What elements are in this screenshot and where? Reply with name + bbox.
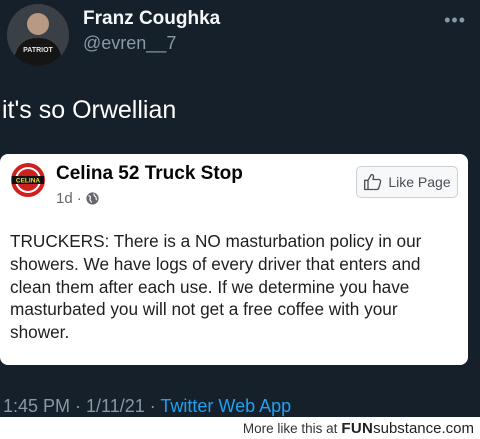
post-age[interactable]: 1d [56,190,73,207]
avatar-shirt-text: PATRIOT [23,47,53,54]
watermark-brand-bold: FUN [341,419,374,437]
watermark-prefix: More like this at [242,420,338,436]
globe-icon [86,192,99,205]
meta-separator: · [76,190,82,207]
tweet-text: it's so Orwellian [2,96,177,124]
logo-text: CELINA [16,178,41,185]
thumbs-up-icon [364,173,382,191]
watermark-bar: More like this at FUNsubstance.com [0,417,480,439]
more-options-button[interactable]: ••• [444,10,466,31]
embedded-facebook-post[interactable]: CELINA Celina 52 Truck Stop 1d · Like Pa… [0,154,468,365]
like-page-label: Like Page [388,174,451,190]
tweet-source-link[interactable]: Twitter Web App [160,396,291,416]
watermark-brand-rest: substance.com [373,419,474,437]
page-logo-icon[interactable]: CELINA [10,162,46,198]
handle[interactable]: @evren__7 [83,33,176,54]
post-body: TRUCKERS: There is a NO masturbation pol… [10,231,422,343]
tweet-timestamp[interactable]: 1:45 PM · 1/11/21 · [3,396,160,416]
avatar[interactable]: PATRIOT [7,4,69,66]
like-page-button[interactable]: Like Page [356,166,458,198]
post-meta: 1d · [56,190,99,207]
watermark-brand[interactable]: FUNsubstance.com [341,420,474,437]
tweet-timestamp-line: 1:45 PM · 1/11/21 · Twitter Web App [3,396,291,417]
page-name[interactable]: Celina 52 Truck Stop [56,163,243,185]
display-name[interactable]: Franz Coughka [83,8,220,30]
avatar-photo: PATRIOT [7,4,69,66]
tweet: PATRIOT Franz Coughka @evren__7 ••• it's… [0,0,480,417]
